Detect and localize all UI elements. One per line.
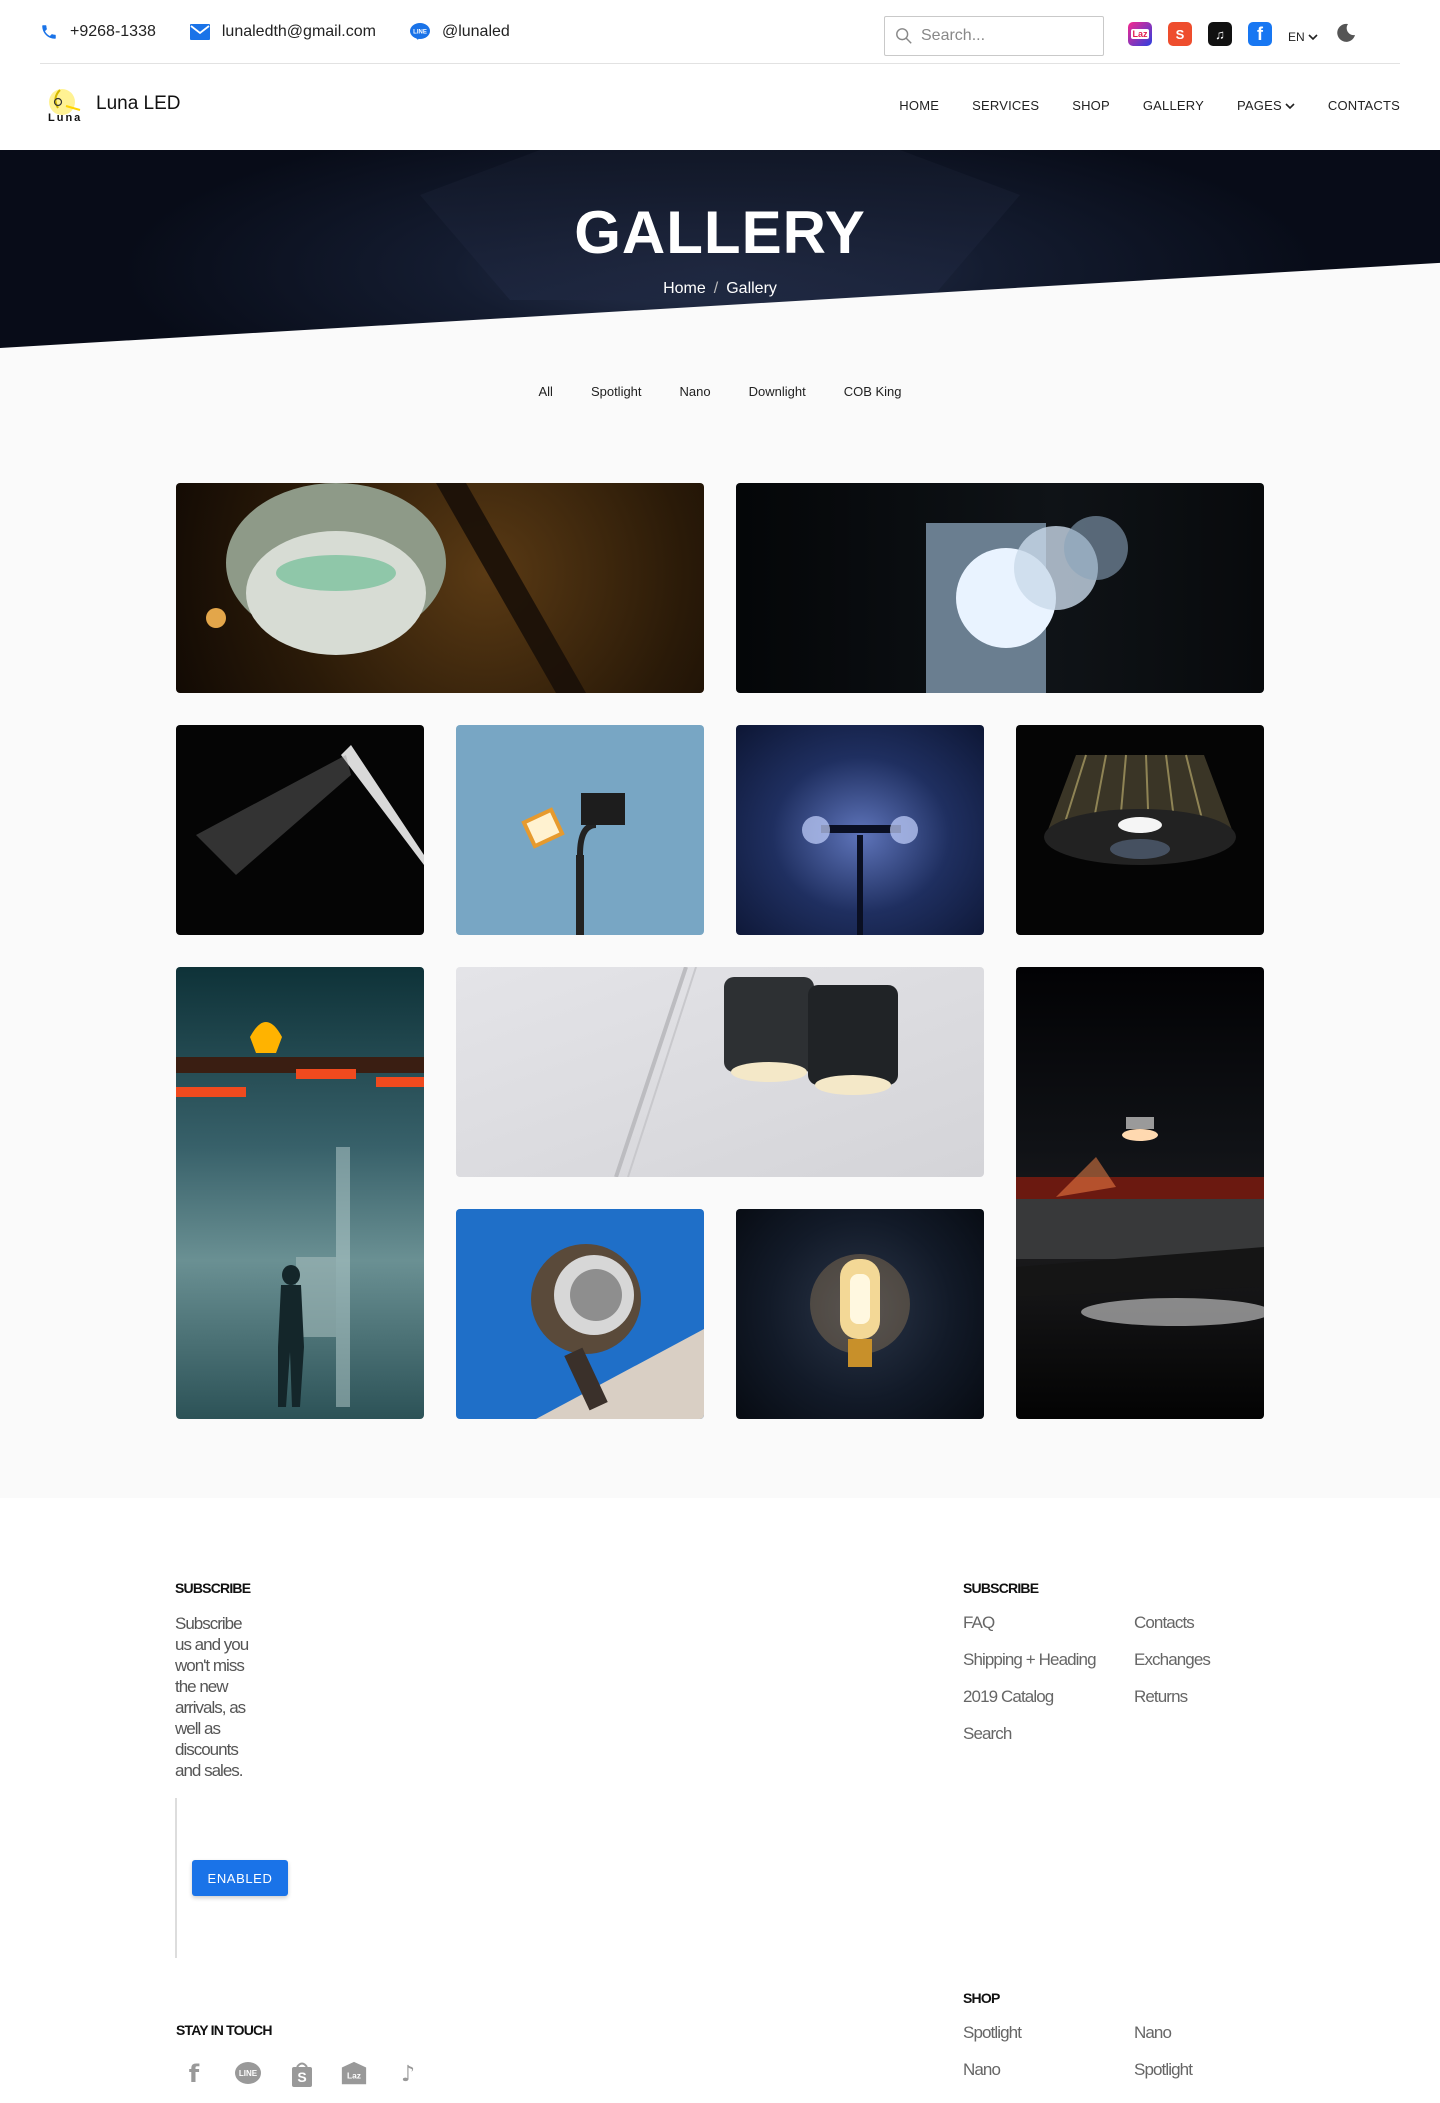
footer-shop-link-nano[interactable]: Nano: [963, 2060, 1001, 2080]
nav-contacts[interactable]: CONTACTS: [1328, 98, 1400, 113]
lazada-icon[interactable]: Laz: [1128, 22, 1152, 46]
chevron-down-icon: [1308, 34, 1318, 41]
footer-links-heading: SUBSCRIBE: [963, 1580, 1039, 1596]
footer-shop-link-nano-2[interactable]: Nano: [1134, 2023, 1172, 2043]
social-links: Laz S ♫ f: [1128, 22, 1288, 46]
dark-mode-icon[interactable]: [1336, 23, 1356, 43]
nav-home[interactable]: HOME: [899, 98, 939, 113]
footer-shop-heading: SHOP: [963, 1990, 1000, 2006]
nav-services[interactable]: SERVICES: [972, 98, 1039, 113]
footer-stay-heading: STAY IN TOUCH: [176, 2022, 272, 2038]
nav-pages[interactable]: PAGES: [1237, 98, 1295, 113]
brand-name: Luna LED: [96, 93, 181, 114]
topbar: +9268-1338 lunaledth@gmail.com LINE @lun…: [0, 0, 1440, 64]
filter-all[interactable]: All: [538, 384, 552, 399]
gallery-image-street-lamp-beam[interactable]: [176, 725, 424, 935]
line-icon: LINE: [409, 22, 430, 40]
nav-pages-label: PAGES: [1237, 98, 1282, 113]
phone-contact[interactable]: +9268-1338: [40, 23, 156, 41]
hero-banner: GALLERY Home / Gallery: [0, 150, 1440, 348]
search-box: [884, 16, 1104, 56]
nav-gallery[interactable]: GALLERY: [1143, 98, 1204, 113]
footer-subscribe-heading: SUBSCRIBE: [175, 1580, 251, 1596]
filter-downlight[interactable]: Downlight: [749, 384, 806, 399]
gallery-image-wall-light[interactable]: [736, 483, 1264, 693]
footer-link-catalog[interactable]: 2019 Catalog: [963, 1687, 1054, 1707]
language-selector[interactable]: EN: [1288, 30, 1318, 44]
gallery-image-parking-light[interactable]: [1016, 967, 1264, 1419]
breadcrumb-separator: /: [713, 280, 719, 297]
svg-text:Laz: Laz: [347, 2071, 361, 2081]
gallery-image-ceiling-spotlights[interactable]: [456, 967, 984, 1177]
footer-shop-link-spotlight-2[interactable]: Spotlight: [1134, 2060, 1193, 2080]
subscribe-divider: [175, 1798, 177, 1958]
footer-link-shipping[interactable]: Shipping + Heading: [963, 1650, 1097, 1670]
gallery-image-pendant-lamp[interactable]: [1016, 725, 1264, 935]
main-nav: HOME SERVICES SHOP GALLERY PAGES CONTACT…: [866, 98, 1400, 113]
phone-icon: [42, 24, 56, 39]
gallery-image-floodlight-sky[interactable]: [456, 725, 704, 935]
facebook-icon[interactable]: f: [1248, 22, 1272, 46]
logo-mark-text: Luna: [48, 112, 83, 124]
email-address: lunaledth@gmail.com: [221, 22, 376, 40]
footer-facebook-icon[interactable]: f: [180, 2060, 208, 2088]
phone-number: +9268-1338: [70, 22, 156, 40]
footer-line-icon[interactable]: LINE: [234, 2060, 262, 2088]
search-input[interactable]: [921, 27, 1091, 45]
footer-shopee-icon[interactable]: S: [288, 2060, 316, 2088]
footer-subscribe-text: Subscribe us and you won't miss the new …: [175, 1614, 249, 1780]
tiktok-icon[interactable]: ♫: [1208, 22, 1232, 46]
gallery-image-gas-station[interactable]: [176, 967, 424, 1419]
mail-icon: [189, 23, 210, 40]
navbar: Luna Luna LED HOME SERVICES SHOP GALLERY…: [0, 64, 1440, 150]
breadcrumb-home[interactable]: Home: [663, 280, 706, 297]
filter-spotlight[interactable]: Spotlight: [591, 384, 642, 399]
language-label: EN: [1288, 30, 1305, 44]
gallery-image-searchlight[interactable]: [456, 1209, 704, 1419]
footer-link-returns[interactable]: Returns: [1134, 1687, 1188, 1707]
filter-cob-king[interactable]: COB King: [844, 384, 902, 399]
gallery-image-ceiling-lamp[interactable]: [176, 483, 704, 693]
logo-mark-icon: Luna: [44, 80, 88, 128]
line-contact[interactable]: LINE @lunaled: [409, 22, 510, 42]
footer-shop-link-spotlight[interactable]: Spotlight: [963, 2023, 1022, 2043]
page-title: GALLERY: [574, 199, 866, 266]
svg-text:LINE: LINE: [239, 2069, 258, 2078]
footer-link-search[interactable]: Search: [963, 1724, 1012, 1744]
filter-nano[interactable]: Nano: [680, 384, 711, 399]
footer-link-faq[interactable]: FAQ: [963, 1613, 995, 1633]
footer-tiktok-icon[interactable]: ♪: [394, 2060, 422, 2088]
footer-lazada-icon[interactable]: Laz: [340, 2060, 368, 2088]
gallery-image-blue-lamp-post[interactable]: [736, 725, 984, 935]
nav-shop[interactable]: SHOP: [1072, 98, 1110, 113]
svg-text:LINE: LINE: [413, 29, 427, 35]
brand-logo[interactable]: Luna Luna LED: [44, 80, 181, 128]
breadcrumb-current: Gallery: [726, 280, 777, 297]
footer-link-exchanges[interactable]: Exchanges: [1134, 1650, 1211, 1670]
breadcrumb: Home / Gallery: [0, 280, 1440, 298]
footer-link-contacts[interactable]: Contacts: [1134, 1613, 1195, 1633]
gallery-image-bulb[interactable]: [736, 1209, 984, 1419]
svg-text:S: S: [297, 2069, 306, 2085]
gallery-filters: All Spotlight Nano Downlight COB King: [0, 384, 1440, 399]
search-icon: [896, 28, 912, 44]
enabled-button[interactable]: ENABLED: [192, 1860, 288, 1896]
line-id: @lunaled: [441, 22, 510, 40]
chevron-down-icon: [1285, 102, 1295, 109]
shopee-icon[interactable]: S: [1168, 22, 1192, 46]
email-contact[interactable]: lunaledth@gmail.com: [189, 22, 376, 41]
